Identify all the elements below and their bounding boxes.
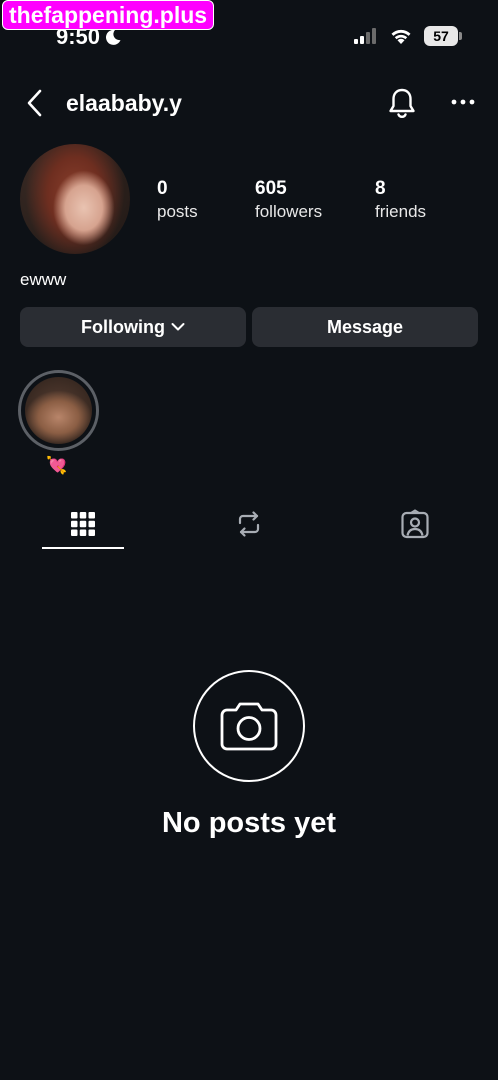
more-horizontal-icon — [451, 99, 475, 105]
notifications-button[interactable] — [386, 86, 418, 120]
watermark: thefappening.plus — [2, 0, 215, 30]
chevron-left-icon — [27, 89, 42, 117]
empty-state-icon-circle — [193, 670, 305, 782]
stat-friends-label: friends — [375, 202, 427, 221]
story-highlight-thumbnail — [25, 377, 92, 444]
tab-posts-grid[interactable] — [63, 504, 103, 544]
stat-followers[interactable]: 605 followers — [255, 178, 322, 223]
profile-avatar[interactable] — [20, 144, 130, 254]
back-button[interactable] — [22, 88, 50, 118]
stat-followers-value: 605 — [255, 178, 287, 199]
tab-reposts[interactable] — [229, 504, 269, 544]
profile-bio: ewww — [20, 270, 67, 289]
story-highlight[interactable] — [18, 370, 99, 451]
active-tab-indicator — [42, 547, 124, 549]
moon-icon — [106, 29, 121, 45]
tagged-icon — [401, 509, 429, 539]
message-button[interactable]: Message — [252, 307, 478, 347]
camera-icon — [220, 702, 278, 751]
message-button-label: Message — [326, 316, 404, 337]
wifi-icon — [391, 29, 411, 44]
stat-posts[interactable]: 0 posts — [157, 178, 198, 223]
empty-state-text: No posts yet — [161, 807, 337, 839]
stat-friends[interactable]: 8 friends — [375, 178, 426, 223]
grid-icon — [71, 512, 95, 536]
following-button-label: Following — [81, 316, 165, 337]
following-button[interactable]: Following — [20, 307, 246, 347]
profile-username: elaababy.y — [66, 90, 182, 116]
chevron-down-icon — [171, 323, 185, 331]
story-highlight-label: 💘 — [46, 456, 68, 475]
battery-level: 57 — [433, 28, 449, 44]
profile-screen: thefappening.plus 9:50 57 elaababy.y 0 p… — [0, 0, 498, 1080]
battery-icon: 57 — [424, 26, 462, 46]
repost-icon — [238, 511, 260, 537]
stat-posts-value: 0 — [157, 178, 168, 199]
more-options-button[interactable] — [448, 92, 478, 112]
stat-posts-label: posts — [157, 202, 198, 221]
stat-followers-label: followers — [255, 202, 323, 221]
signal-icon — [354, 28, 376, 44]
tab-tagged[interactable] — [395, 504, 435, 544]
stat-friends-value: 8 — [375, 178, 386, 199]
bell-icon — [389, 88, 415, 118]
status-indicators: 57 — [354, 26, 462, 46]
